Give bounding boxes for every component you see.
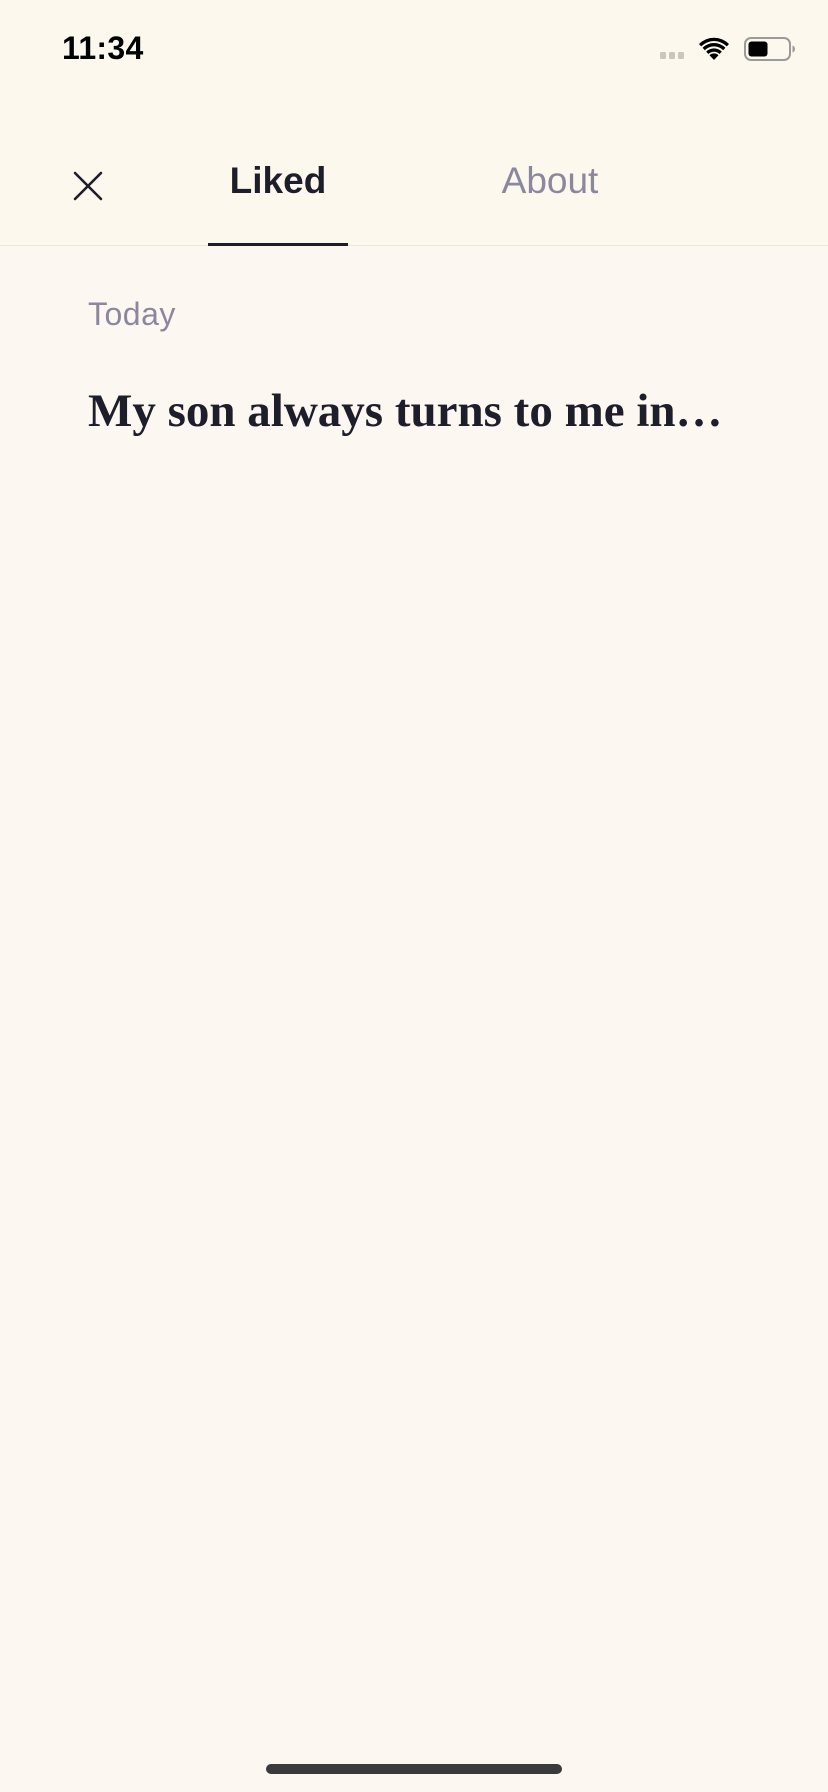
liked-item[interactable]: My son always turns to me in… [88,384,748,438]
tab-about[interactable]: About [480,160,620,202]
status-time: 11:34 [62,30,144,66]
tab-liked[interactable]: Liked [208,160,348,202]
status-icons [660,34,796,64]
header: 11:34 Liked About [0,0,828,246]
home-indicator[interactable] [266,1764,562,1774]
close-button[interactable] [64,162,112,210]
wifi-icon [699,37,729,60]
section-date-header: Today [88,296,176,332]
battery-icon [744,37,795,61]
cellular-signal-icon [660,39,684,59]
active-tab-indicator [208,243,348,246]
close-icon [73,171,103,201]
